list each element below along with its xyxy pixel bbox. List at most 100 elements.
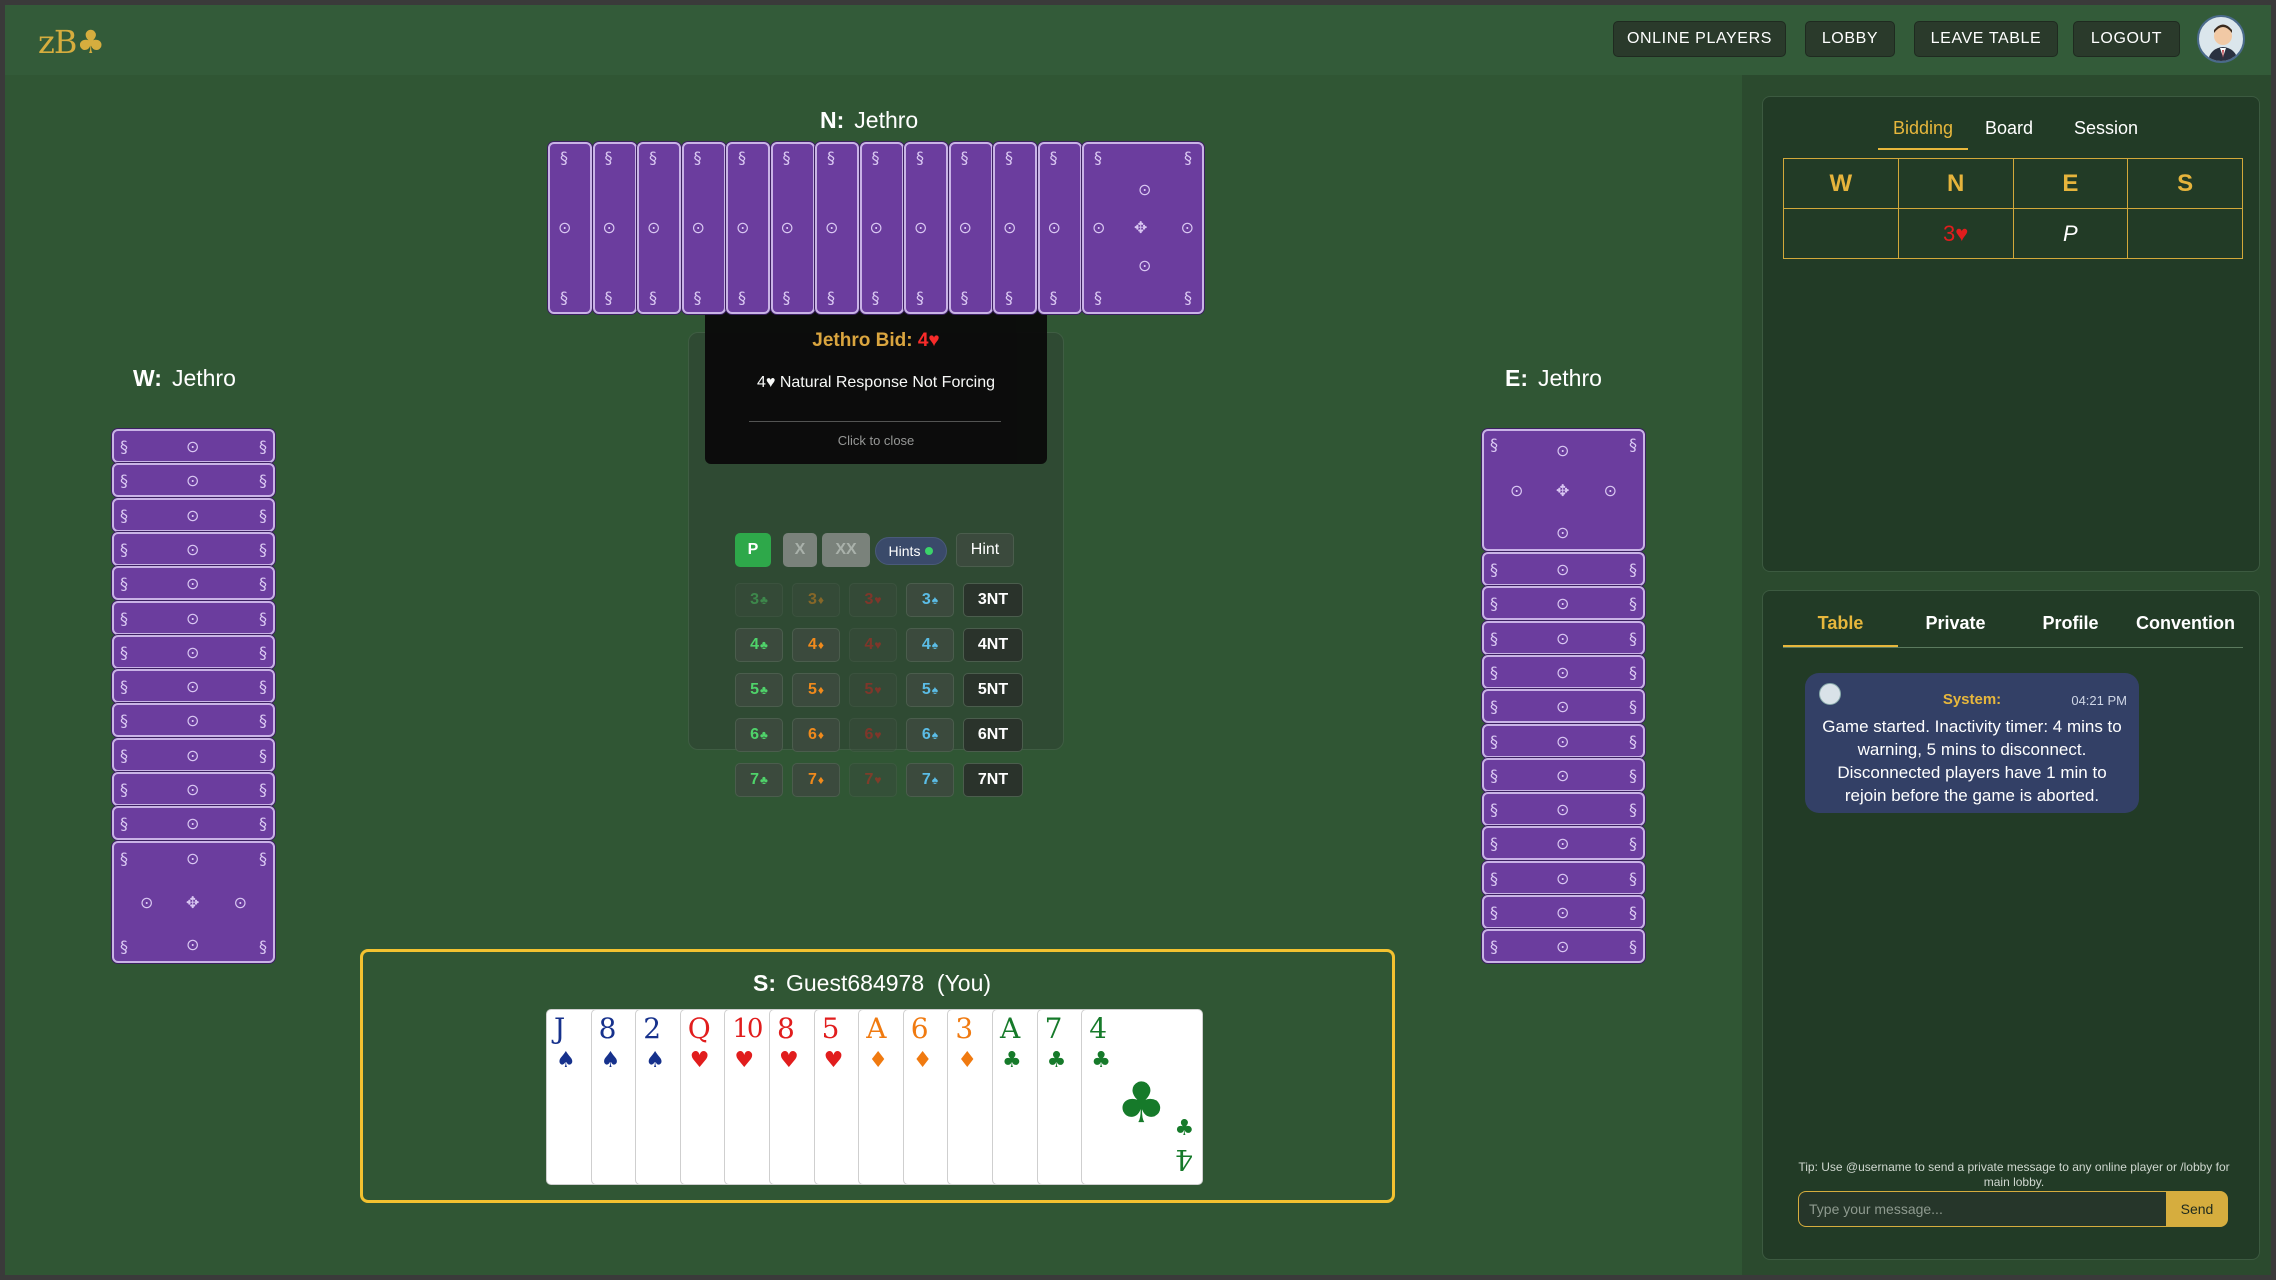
- chat-tab-profile[interactable]: Profile: [2013, 613, 2128, 634]
- card-back-ornament-icon: ⊙: [914, 218, 928, 237]
- chat-tab-table[interactable]: Table: [1783, 613, 1898, 634]
- card-back-ornament-icon: ✥: [186, 892, 200, 912]
- hint-button[interactable]: Hint: [956, 533, 1014, 567]
- card-rank: A: [1000, 1012, 1021, 1045]
- chat-tab-private[interactable]: Private: [1898, 613, 2013, 634]
- card-back-ornament-icon: ⊙: [1556, 937, 1570, 957]
- bid-6-spades-button[interactable]: 6 ♠: [906, 718, 954, 752]
- bid-3-spades-button[interactable]: 3 ♠: [906, 583, 954, 617]
- top-bar: zB♣ ONLINE PLAYERS LOBBY LEAVE TABLE LOG…: [5, 5, 2271, 75]
- bid-4-clubs-button[interactable]: 4 ♣: [735, 628, 783, 662]
- card-back-ornament-icon: §: [120, 471, 128, 491]
- west-player-name: Jethro: [171, 365, 236, 391]
- bid-7nt-button[interactable]: 7NT: [963, 763, 1023, 797]
- bid-5nt-button[interactable]: 5NT: [963, 673, 1023, 707]
- tab-bidding[interactable]: Bidding: [1878, 118, 1968, 139]
- card-back-ornament-icon: §: [120, 848, 128, 868]
- card-back-ornament-icon: §: [738, 148, 746, 167]
- card-back-ornament-icon: §: [560, 148, 568, 167]
- logout-button[interactable]: LOGOUT: [2073, 21, 2180, 57]
- bid-6-diamonds-button[interactable]: 6 ♦: [792, 718, 840, 752]
- bid-3-clubs-button[interactable]: 3 ♣: [735, 583, 783, 617]
- card-back-ornament-icon: §: [604, 288, 613, 307]
- bid-5-clubs-button[interactable]: 5 ♣: [735, 673, 783, 707]
- bid-5-hearts-button[interactable]: 5 ♥: [849, 673, 897, 707]
- card-back-ornament-icon: §: [693, 148, 702, 167]
- redouble-button[interactable]: XX: [822, 533, 870, 567]
- leave-table-button[interactable]: LEAVE TABLE: [1914, 21, 2058, 57]
- active-tab-underline: [1878, 148, 1968, 150]
- popup-close-hint[interactable]: Click to close: [705, 433, 1047, 448]
- card-suit-icon: ♣: [1002, 1048, 1022, 1073]
- card-rank: Q: [687, 1012, 711, 1045]
- card-back-ornament-icon: §: [1184, 148, 1192, 167]
- chat-tip: Tip: Use @username to send a private mes…: [1798, 1160, 2230, 1189]
- card-back-ornament-icon: §: [1629, 903, 1637, 922]
- card-back-ornament-icon: §: [1490, 834, 1498, 854]
- bid-4-hearts-button[interactable]: 4 ♥: [849, 628, 897, 662]
- card-back-ornament-icon: §: [916, 288, 924, 307]
- card-back-ornament-icon: ⊙: [1556, 523, 1570, 542]
- bid-6nt-button[interactable]: 6NT: [963, 718, 1023, 752]
- north-card-back: § § ⊙: [681, 142, 726, 314]
- card-back-ornament-icon: ⊙: [1556, 628, 1570, 648]
- app-logo[interactable]: zB♣: [38, 23, 105, 61]
- card-back-ornament-icon: §: [1629, 937, 1637, 957]
- card-back-ornament-icon: §: [1005, 148, 1013, 167]
- card-back-ornament-icon: §: [259, 437, 267, 456]
- online-players-button[interactable]: ONLINE PLAYERS: [1613, 21, 1786, 57]
- chat-message-input[interactable]: [1798, 1191, 2166, 1227]
- tab-session[interactable]: Session: [2062, 118, 2150, 139]
- north-seat-label: N: Jethro: [820, 107, 918, 134]
- card-back-ornament-icon: ⊙: [1138, 180, 1152, 199]
- send-button[interactable]: Send: [2166, 1191, 2228, 1227]
- hints-toggle[interactable]: Hints: [875, 537, 947, 565]
- card-back-ornament-icon: ⊙: [186, 471, 200, 491]
- card-back-ornament-icon: §: [1490, 594, 1498, 614]
- bid-3-hearts-button[interactable]: 3 ♥: [849, 583, 897, 617]
- card-back-ornament-icon: ✥: [1134, 218, 1148, 237]
- lobby-button[interactable]: LOBBY: [1805, 21, 1895, 57]
- tab-board[interactable]: Board: [1973, 118, 2045, 139]
- bid-explanation-popup[interactable]: Jethro Bid: 4♥ 4♥ Natural Response Not F…: [705, 302, 1047, 464]
- card-back-ornament-icon: ⊙: [186, 934, 200, 954]
- bid-5-diamonds-button[interactable]: 5 ♦: [792, 673, 840, 707]
- card-back-ornament-icon: ⊙: [186, 574, 200, 594]
- card-back-ornament-icon: ⊙: [186, 780, 200, 799]
- hints-label: Hints: [888, 543, 921, 559]
- bid-3-diamonds-button[interactable]: 3 ♦: [792, 583, 840, 617]
- pass-button[interactable]: P: [735, 533, 771, 567]
- card-back-ornament-icon: §: [120, 936, 128, 956]
- bid-6-clubs-button[interactable]: 6 ♣: [735, 718, 783, 752]
- card-rank: 3: [955, 1012, 974, 1045]
- bid-4-diamonds-button[interactable]: 4 ♦: [792, 628, 840, 662]
- bidding-column-header: N: [1897, 158, 2014, 209]
- bid-4-spades-button[interactable]: 4 ♠: [906, 628, 954, 662]
- card-suit-icon: ♥: [823, 1048, 844, 1073]
- card-back-ornament-icon: ⊙: [186, 437, 200, 456]
- double-button[interactable]: X: [783, 533, 817, 567]
- card-back-ornament-icon: ⊙: [186, 745, 200, 765]
- card-back-ornament-icon: §: [649, 288, 657, 307]
- bid-7-hearts-button[interactable]: 7 ♥: [849, 763, 897, 797]
- bid-3nt-button[interactable]: 3NT: [963, 583, 1023, 617]
- bid-4nt-button[interactable]: 4NT: [963, 628, 1023, 662]
- bid-7-clubs-button[interactable]: 7 ♣: [735, 763, 783, 797]
- card-suit-icon: ♣: [1046, 1048, 1067, 1073]
- card-back-ornament-icon: §: [871, 288, 880, 307]
- south-card[interactable]: 4 ♣ ♣ ♣ 4: [1081, 1009, 1204, 1185]
- north-card-back: § § ⊙: [548, 142, 592, 314]
- card-back-ornament-icon: §: [120, 780, 128, 799]
- avatar[interactable]: [2197, 15, 2245, 63]
- bid-7-spades-button[interactable]: 7 ♠: [906, 763, 954, 797]
- card-back-ornament-icon: §: [1629, 834, 1637, 854]
- card-back-ornament-icon: §: [782, 288, 791, 307]
- chat-tab-convention[interactable]: Convention: [2128, 613, 2243, 634]
- popup-description: 4♥ Natural Response Not Forcing: [756, 374, 996, 391]
- card-back-ornament-icon: §: [604, 148, 613, 167]
- bid-7-diamonds-button[interactable]: 7 ♦: [792, 763, 840, 797]
- hints-status-icon: [925, 547, 934, 555]
- bid-5-spades-button[interactable]: 5 ♠: [906, 673, 954, 707]
- bid-6-hearts-button[interactable]: 6 ♥: [849, 718, 897, 752]
- west-card-back: § ⊙ §: [112, 566, 275, 601]
